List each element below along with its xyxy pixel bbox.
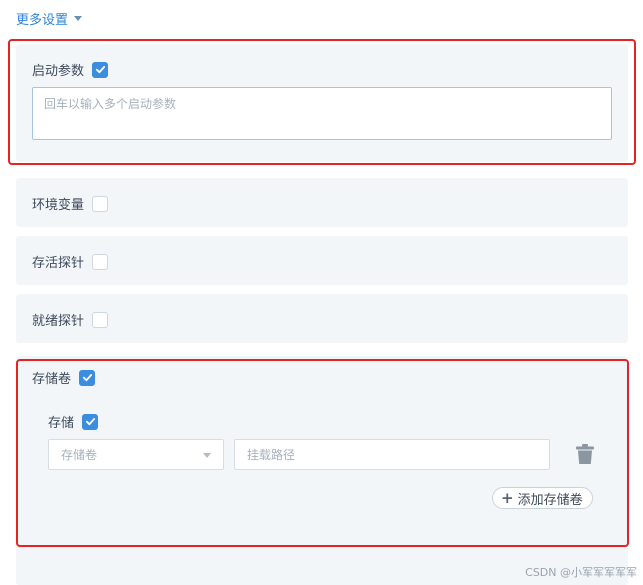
liveness-probe-checkbox[interactable] [92,253,109,270]
more-settings-label: 更多设置 [16,13,69,28]
readiness-probe-checkbox[interactable] [92,311,109,328]
env-vars-header: 环境变量 [32,194,109,213]
highlight-box-storage [16,359,629,547]
liveness-probe-header: 存活探针 [32,252,109,271]
env-vars-label: 环境变量 [32,198,85,213]
env-vars-checkbox[interactable] [92,195,109,212]
readiness-probe-label: 就绪探针 [32,314,85,329]
highlight-box-startup [8,39,636,165]
liveness-probe-label: 存活探针 [32,256,85,271]
watermark: CSDN @小军军军军军 [525,566,637,579]
more-settings-toggle[interactable]: 更多设置 [16,9,83,28]
caret-down-icon [74,16,83,21]
readiness-probe-header: 就绪探针 [32,310,109,329]
